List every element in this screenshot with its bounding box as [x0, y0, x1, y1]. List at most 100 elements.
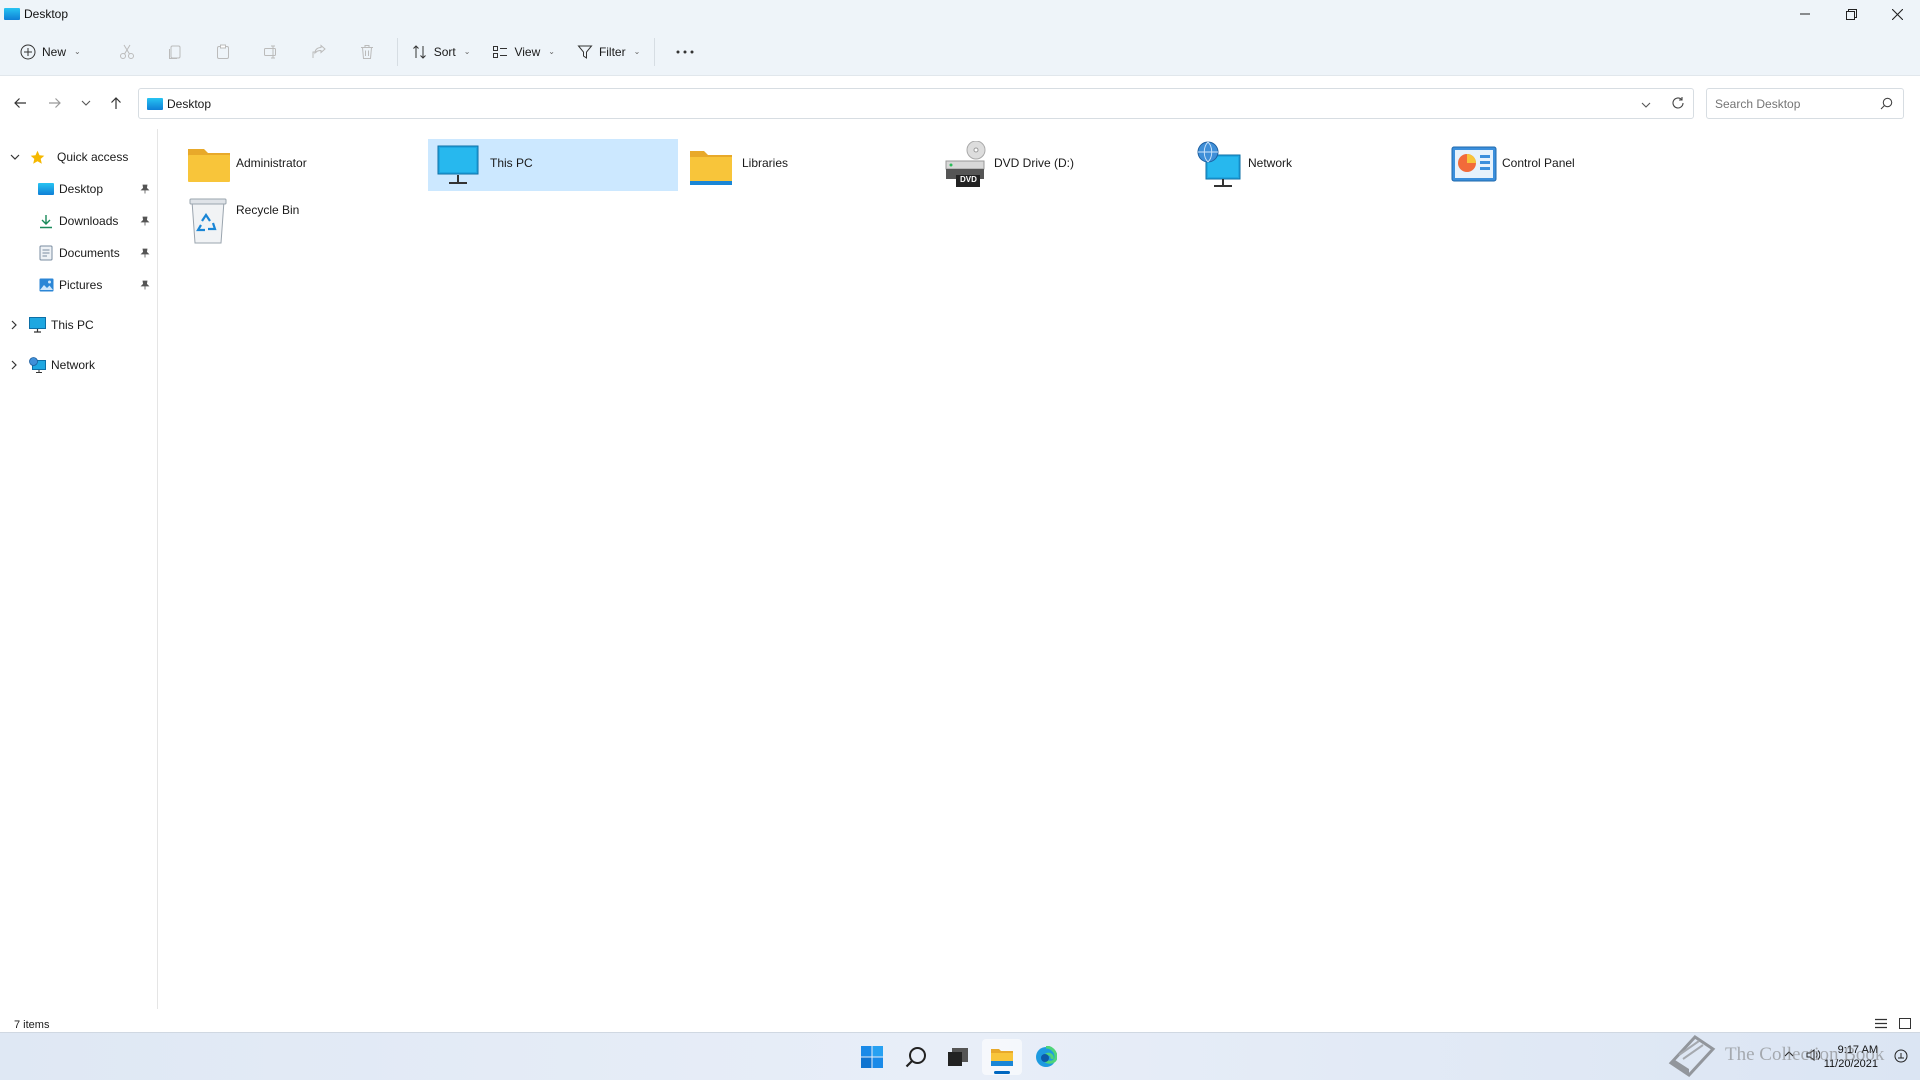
tree-item-downloads[interactable]: Downloads	[0, 208, 158, 234]
paste-icon	[216, 44, 229, 59]
search-box[interactable]	[1706, 88, 1904, 119]
close-button[interactable]	[1874, 0, 1920, 28]
monitor-icon	[29, 317, 46, 333]
file-item-label: Recycle Bin	[236, 203, 300, 217]
chevron-right-icon[interactable]	[11, 320, 17, 330]
rename-button[interactable]	[247, 36, 295, 68]
pin-icon[interactable]	[140, 280, 150, 290]
forward-button[interactable]	[41, 87, 69, 119]
up-button[interactable]	[102, 87, 130, 119]
file-list: Administrator This PC Libraries DVD DVD …	[160, 129, 1920, 1009]
tree-quick-access[interactable]: Quick access	[0, 144, 158, 170]
cut-button[interactable]	[103, 36, 151, 68]
documents-icon	[39, 245, 53, 261]
recent-locations-button[interactable]	[72, 87, 100, 119]
search-icon	[1880, 97, 1893, 113]
more-options-button[interactable]	[661, 36, 709, 68]
command-separator	[654, 37, 656, 66]
navigation-pane: Quick access Desktop Downloads Documents…	[0, 129, 158, 1009]
file-explorer-taskbar-button[interactable]	[982, 1039, 1022, 1075]
view-icon	[493, 45, 508, 58]
tree-item-desktop[interactable]: Desktop	[0, 176, 158, 202]
dvd-drive-icon: DVD	[942, 140, 990, 189]
file-item-this-pc[interactable]: This PC	[428, 139, 678, 191]
refresh-icon	[1672, 97, 1684, 109]
search-icon	[905, 1047, 926, 1068]
tree-this-pc-label: This PC	[51, 318, 94, 332]
minimize-icon	[1800, 13, 1810, 15]
chevron-down-icon[interactable]	[10, 154, 20, 160]
file-item-recycle-bin[interactable]: Recycle Bin	[170, 195, 420, 247]
network-icon	[1196, 141, 1244, 189]
back-button[interactable]	[6, 87, 34, 119]
file-item-libraries[interactable]: Libraries	[688, 139, 938, 191]
desktop-folder-icon	[38, 183, 54, 195]
file-item-network[interactable]: Network	[1196, 139, 1446, 191]
window-controls	[1782, 0, 1920, 28]
tree-item-label: Downloads	[59, 214, 119, 228]
tree-item-label: Documents	[59, 246, 120, 260]
restore-button[interactable]	[1828, 0, 1874, 28]
task-view-icon	[948, 1048, 968, 1066]
new-label: New	[42, 44, 67, 59]
active-indicator	[994, 1071, 1010, 1074]
forward-arrow-icon	[49, 98, 61, 108]
minimize-button[interactable]	[1782, 0, 1828, 28]
file-item-label: Control Panel	[1502, 156, 1575, 170]
file-item-dvd-drive[interactable]: DVD DVD Drive (D:)	[942, 139, 1192, 191]
delete-icon	[360, 44, 373, 59]
search-input[interactable]	[1715, 96, 1865, 111]
cut-icon	[119, 44, 134, 59]
chevron-down-icon: ⌄	[548, 47, 555, 56]
sort-button[interactable]: Sort ⌄	[404, 36, 479, 68]
tree-this-pc[interactable]: This PC	[0, 312, 158, 338]
paste-button[interactable]	[199, 36, 247, 68]
delete-button[interactable]	[343, 36, 391, 68]
file-item-label: This PC	[490, 156, 533, 170]
rename-icon	[263, 45, 276, 58]
item-count: 7 items	[14, 1019, 50, 1031]
folder-icon	[186, 141, 234, 189]
address-history-button[interactable]	[1641, 97, 1651, 111]
view-button[interactable]: View ⌄	[484, 36, 563, 68]
watermark: The Collection Book	[1665, 1030, 1915, 1080]
chevron-right-icon[interactable]	[11, 360, 17, 370]
tree-network[interactable]: Network	[0, 352, 158, 378]
file-item-label: DVD Drive (D:)	[994, 156, 1074, 170]
monitor-icon	[436, 141, 484, 189]
tree-item-pictures[interactable]: Pictures	[0, 272, 158, 298]
edge-taskbar-button[interactable]	[1026, 1039, 1066, 1075]
back-arrow-icon	[14, 98, 26, 108]
libraries-icon	[688, 141, 736, 189]
details-view-icon	[1875, 1018, 1887, 1029]
filter-button[interactable]: Filter ⌄	[569, 36, 648, 68]
chevron-down-icon: ⌄	[633, 47, 641, 56]
pin-icon[interactable]	[140, 248, 150, 258]
downloads-icon	[40, 214, 52, 228]
tree-item-label: Pictures	[59, 278, 103, 292]
chevron-down-icon	[1641, 102, 1651, 108]
address-bar[interactable]: Desktop	[138, 88, 1694, 119]
tree-item-documents[interactable]: Documents	[0, 240, 158, 266]
pin-icon[interactable]	[140, 216, 150, 226]
tree-network-label: Network	[51, 358, 96, 372]
file-explorer-icon	[991, 1049, 1013, 1066]
restore-icon	[1845, 8, 1857, 20]
copy-button[interactable]	[151, 36, 199, 68]
file-item-control-panel[interactable]: Control Panel	[1450, 139, 1700, 191]
share-button[interactable]	[295, 36, 343, 68]
large-icons-view-icon	[1899, 1018, 1911, 1029]
task-view-button[interactable]	[938, 1039, 978, 1075]
chevron-down-icon: ⌄	[463, 47, 471, 56]
new-button[interactable]: New ⌄	[12, 36, 89, 68]
start-button[interactable]	[852, 1039, 892, 1075]
more-options-icon	[676, 50, 694, 53]
pin-icon[interactable]	[140, 184, 150, 194]
command-bar: New ⌄ Sort ⌄ View ⌄ Filter ⌄	[0, 28, 1920, 76]
taskbar-search-button[interactable]	[896, 1039, 936, 1075]
tree-quick-access-label: Quick access	[57, 150, 129, 164]
file-item-label: Administrator	[236, 156, 307, 170]
file-item-administrator[interactable]: Administrator	[170, 139, 420, 191]
chevron-down-icon: ⌄	[74, 47, 81, 56]
refresh-button[interactable]	[1671, 96, 1685, 113]
